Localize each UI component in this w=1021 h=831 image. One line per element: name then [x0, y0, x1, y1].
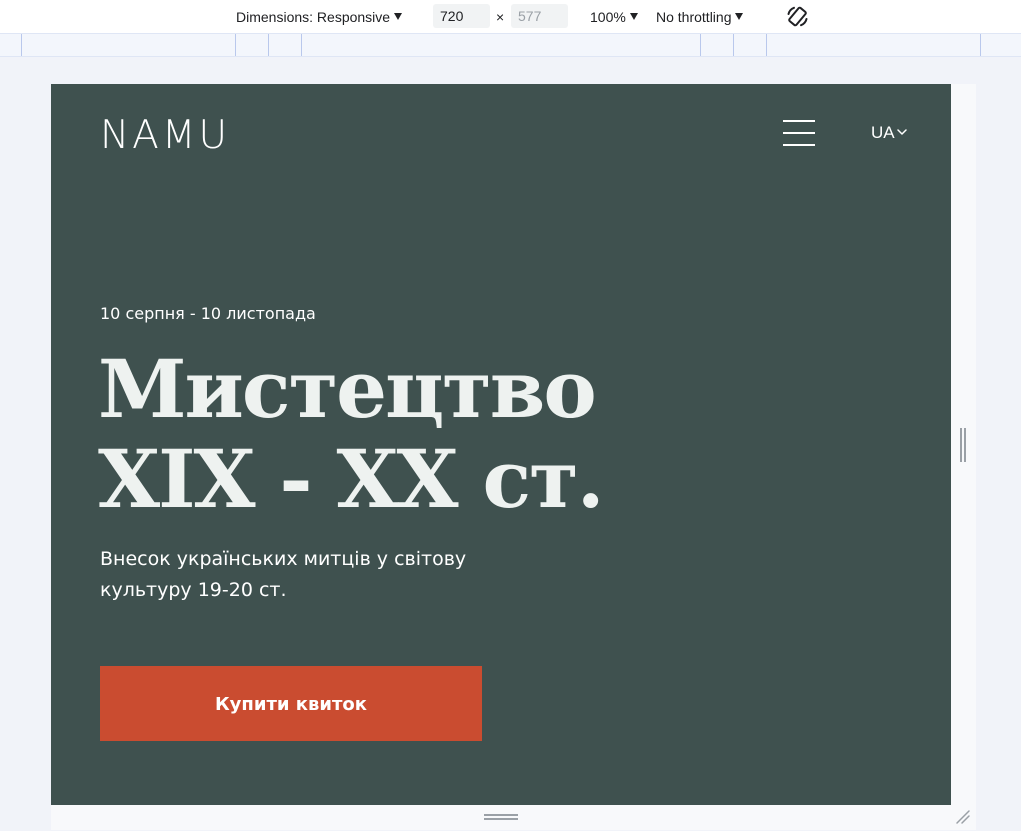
chevron-down-icon [394, 12, 403, 20]
chevron-down-icon [629, 12, 638, 20]
width-input[interactable]: 720 [433, 4, 490, 28]
media-query-marker[interactable] [21, 34, 22, 56]
event-dates: 10 серпня - 10 листопада [100, 304, 316, 323]
chevron-down-icon [896, 128, 907, 135]
height-input[interactable]: 577 [511, 4, 568, 28]
site-logo[interactable]: NAMU [100, 116, 230, 156]
chevron-down-icon [735, 12, 744, 20]
zoom-dropdown[interactable]: 100% [590, 7, 638, 27]
buy-ticket-button[interactable]: Купити квиток [100, 666, 482, 741]
resize-corner-icon [956, 810, 970, 824]
media-query-marker[interactable] [733, 34, 734, 56]
resize-handle-corner[interactable] [955, 809, 971, 825]
media-query-marker[interactable] [268, 34, 269, 56]
rotate-icon [787, 6, 808, 27]
menu-button[interactable] [783, 120, 815, 146]
media-query-marker[interactable] [980, 34, 981, 56]
media-query-marker[interactable] [700, 34, 701, 56]
media-query-marker[interactable] [301, 34, 302, 56]
device-toolbar: Dimensions: Responsive 720 × 577 100% No… [0, 0, 1021, 33]
rotate-button[interactable] [785, 4, 810, 29]
media-query-marker[interactable] [235, 34, 236, 56]
media-query-bar [0, 33, 1021, 57]
zoom-label: 100% [590, 9, 626, 25]
resize-handle-bottom[interactable] [484, 813, 518, 822]
headline-line-2: XIX - XX ст. [98, 432, 605, 526]
throttling-dropdown[interactable]: No throttling [656, 7, 744, 27]
times-symbol: × [496, 9, 505, 25]
hero-headline: Мистецтво XIX - XX ст. [98, 342, 605, 526]
dimensions-dropdown[interactable]: Dimensions: Responsive [236, 7, 403, 27]
throttling-label: No throttling [656, 9, 732, 25]
dimensions-label: Dimensions: Responsive [236, 9, 391, 25]
emulated-page: NAMU UA 10 серпня - 10 листопада Мистецт… [51, 84, 951, 805]
resize-handle-right[interactable] [959, 428, 967, 462]
hamburger-menu-icon [783, 120, 815, 122]
hero-subtitle: Внесок українських митців у світову куль… [100, 548, 467, 601]
headline-line-1: Мистецтво [98, 342, 597, 436]
language-label: UA [871, 123, 895, 142]
media-query-marker[interactable] [766, 34, 767, 56]
language-switcher[interactable]: UA [871, 122, 907, 144]
